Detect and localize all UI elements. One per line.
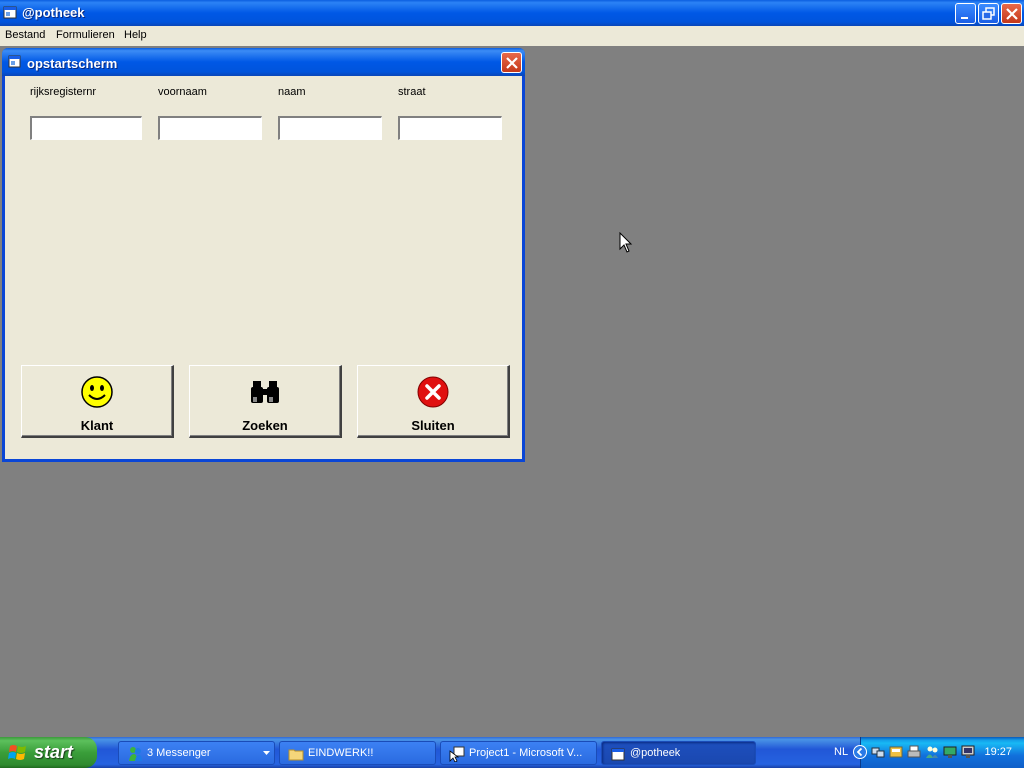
task-messenger[interactable]: 3 Messenger [118, 741, 275, 765]
klant-button[interactable]: Klant [21, 365, 174, 438]
minimize-button[interactable] [955, 3, 976, 24]
chevron-down-icon [263, 751, 270, 755]
vb-project-icon [449, 746, 465, 762]
system-tray: 19:27 [853, 737, 1024, 768]
task-potheek-label: @potheek [630, 747, 681, 759]
task-potheek[interactable]: @potheek [601, 741, 756, 765]
monitor-icon[interactable] [961, 745, 975, 759]
app-icon [611, 748, 625, 761]
rijksregisternr-input[interactable] [30, 116, 142, 140]
app-icon [3, 6, 17, 19]
app-close-button[interactable] [1001, 3, 1022, 24]
messenger-icon [129, 747, 142, 761]
menubar: Bestand Formulieren Help [0, 26, 1024, 46]
smiley-icon [81, 376, 113, 408]
close-circle-icon [417, 376, 449, 408]
voornaam-input[interactable] [158, 116, 262, 140]
klant-label: Klant [80, 418, 114, 433]
users-icon[interactable] [925, 745, 939, 759]
start-label: start [34, 742, 74, 762]
network-icon[interactable] [871, 745, 885, 759]
zoeken-button[interactable]: Zoeken [189, 365, 342, 438]
child-title: opstartscherm [27, 56, 118, 71]
close-icon [506, 57, 518, 69]
restore-icon [982, 7, 995, 20]
close-icon [1006, 8, 1018, 20]
task-messenger-label: 3 Messenger [147, 747, 211, 759]
printer-icon[interactable] [907, 745, 921, 759]
tray-app-icon[interactable] [889, 745, 903, 759]
window-icon [8, 55, 21, 68]
start-button[interactable]: start [0, 737, 97, 768]
menu-bestand[interactable]: Bestand [5, 29, 45, 41]
sluiten-label: Sluiten [411, 418, 455, 433]
task-project1[interactable]: Project1 - Microsoft V... [440, 741, 597, 765]
app-title: @potheek [22, 5, 85, 20]
label-rijksregisternr: rijksregisternr [30, 86, 97, 98]
child-close-button[interactable] [501, 52, 522, 73]
restore-button[interactable] [978, 3, 999, 24]
naam-input[interactable] [278, 116, 382, 140]
menu-help[interactable]: Help [124, 29, 147, 41]
mouse-cursor-icon [619, 232, 633, 253]
binoculars-icon [251, 381, 279, 403]
sluiten-button[interactable]: Sluiten [357, 365, 510, 438]
child-titlebar: opstartscherm [2, 48, 525, 76]
task-eindwerk[interactable]: EINDWERK!! [279, 741, 436, 765]
zoeken-label: Zoeken [242, 418, 288, 433]
windows-logo-icon [8, 745, 26, 760]
opstartscherm-window: opstartscherm rijksregisternr voornaam n… [2, 48, 525, 462]
taskbar: start 3 Messenger EINDWERK!! Project1 - … [0, 737, 1024, 768]
clock[interactable]: 19:27 [984, 746, 1012, 758]
language-indicator[interactable]: NL [834, 746, 848, 758]
menu-formulieren[interactable]: Formulieren [56, 29, 115, 41]
folder-icon [288, 749, 304, 761]
label-straat: straat [398, 86, 426, 98]
app-titlebar: @potheek [0, 0, 1024, 26]
straat-input[interactable] [398, 116, 502, 140]
label-voornaam: voornaam [158, 86, 207, 98]
label-naam: naam [278, 86, 306, 98]
show-hidden-icons-icon[interactable] [853, 745, 867, 759]
minimize-icon [961, 17, 968, 19]
task-project1-label: Project1 - Microsoft V... [469, 747, 583, 759]
display-icon[interactable] [943, 745, 957, 759]
task-eindwerk-label: EINDWERK!! [308, 747, 374, 759]
